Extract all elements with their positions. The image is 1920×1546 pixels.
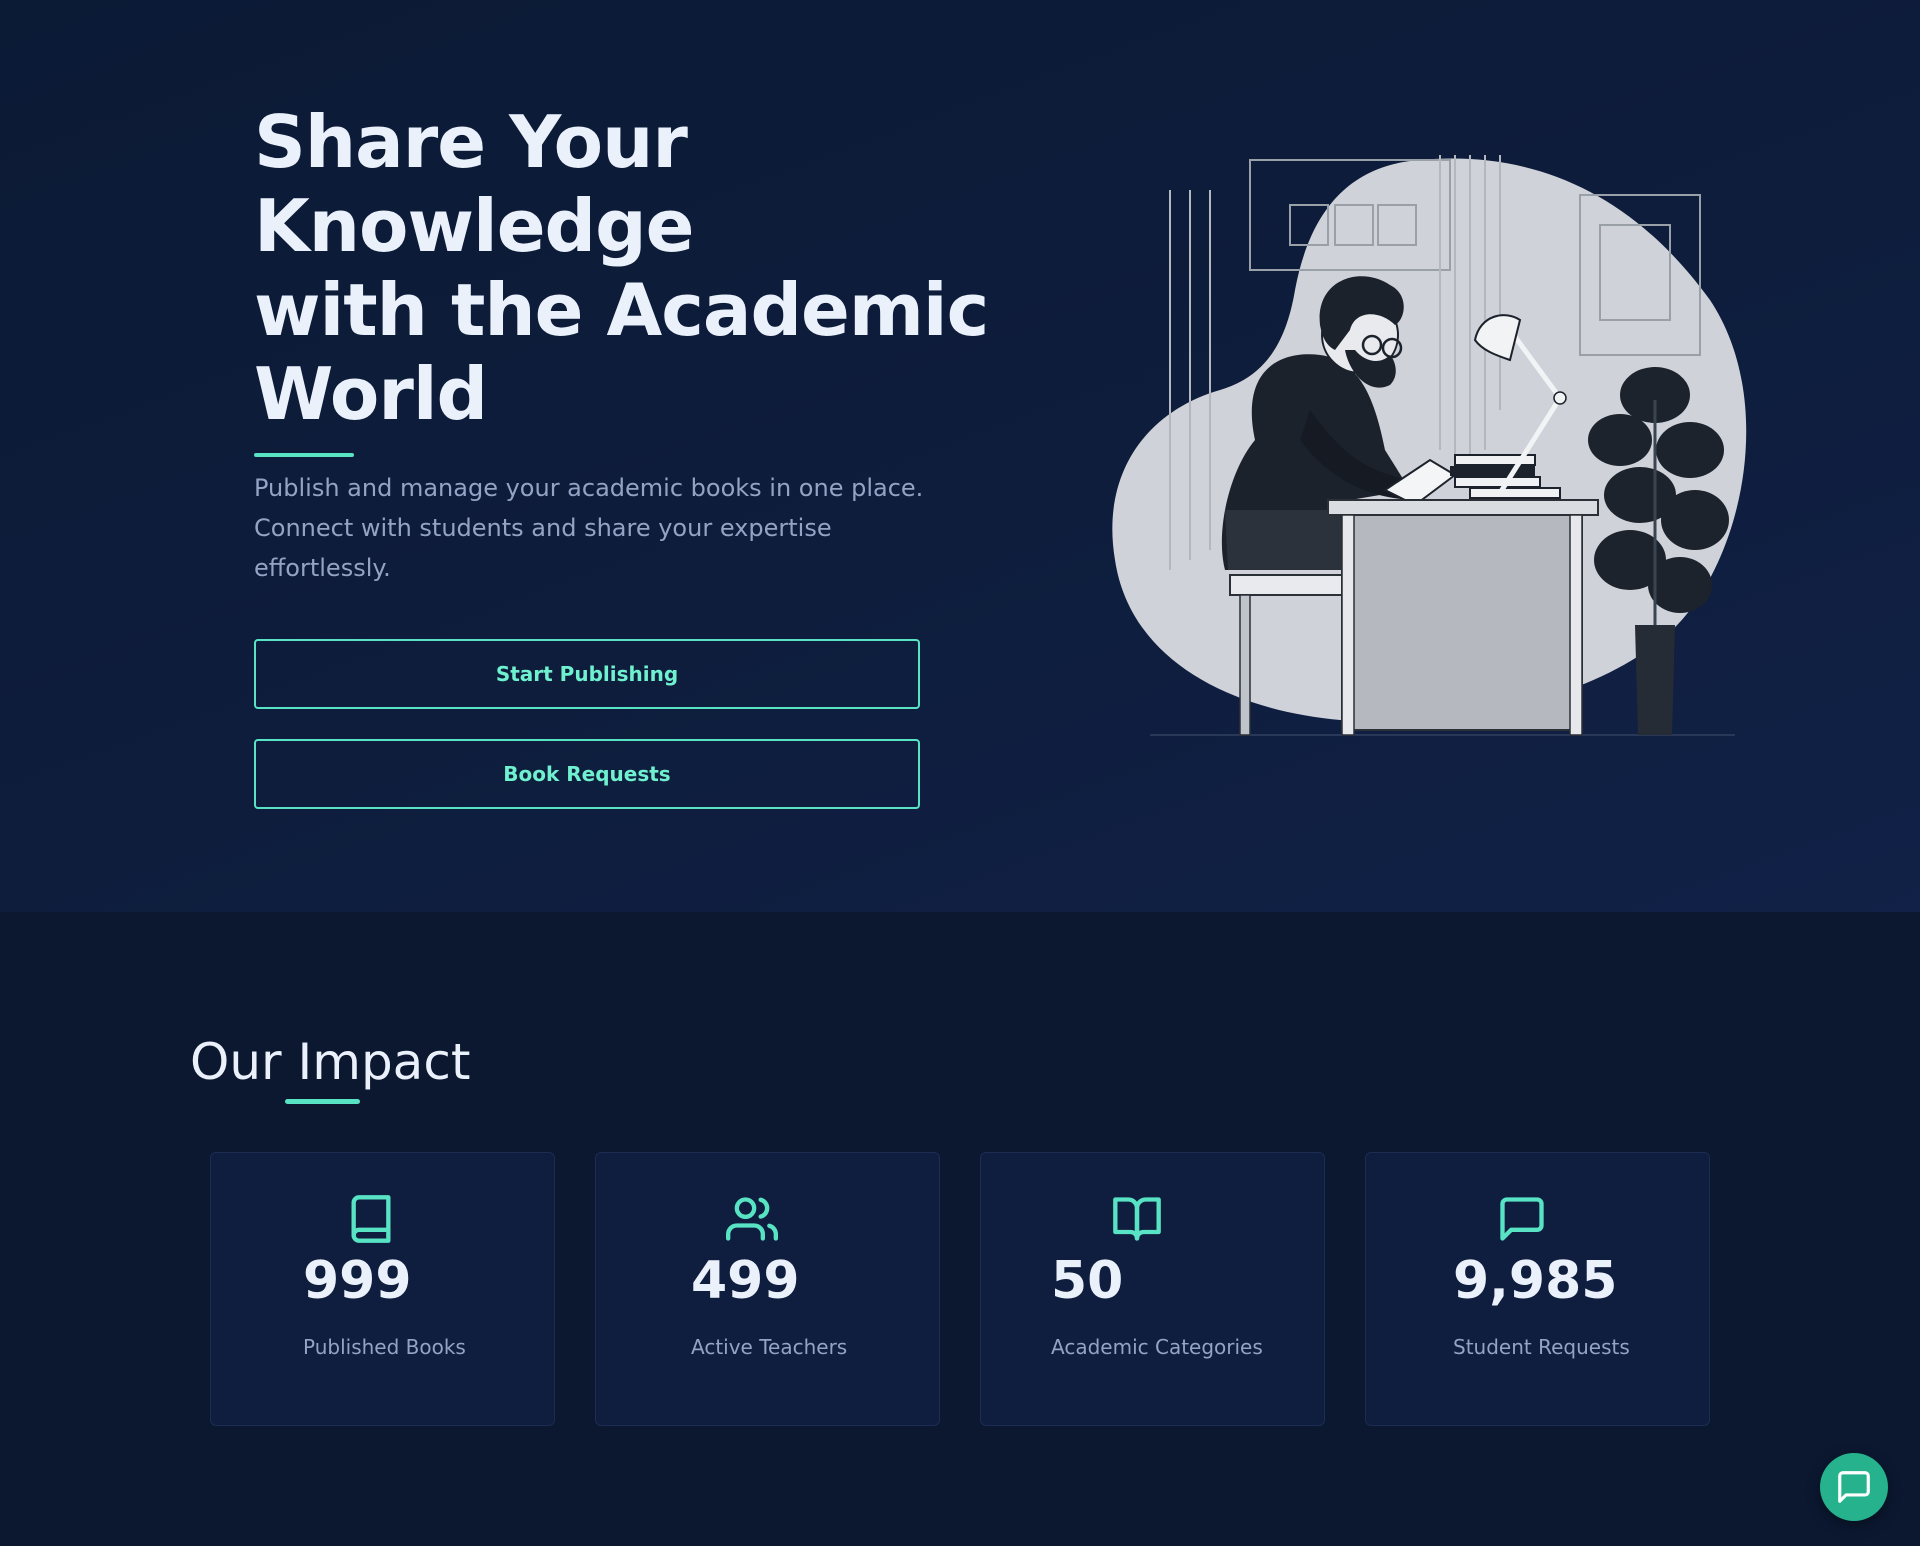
book-icon xyxy=(345,1193,397,1245)
stat-label: Active Teachers xyxy=(691,1335,848,1359)
stat-label: Academic Categories xyxy=(1051,1335,1263,1359)
hero-title-line: World xyxy=(254,352,488,436)
hero-description-line: effortlessly. xyxy=(254,554,391,582)
impact-title: Our Impact xyxy=(190,1033,471,1091)
book-requests-button[interactable]: Book Requests xyxy=(254,739,920,809)
stat-value: 9,985 xyxy=(1453,1251,1618,1311)
hero-section: Share Your Knowledge with the Academic W… xyxy=(0,0,1920,912)
users-icon xyxy=(726,1193,778,1245)
chat-bubble-icon xyxy=(1835,1468,1873,1506)
stat-card-student-requests: 9,985 Student Requests xyxy=(1365,1152,1710,1426)
chat-button[interactable] xyxy=(1820,1453,1888,1521)
hero-description: Publish and manage your academic books i… xyxy=(254,468,934,588)
hero-title-line: with the Academic xyxy=(254,268,989,352)
stat-card-academic-categories: 50 Academic Categories xyxy=(980,1152,1325,1426)
hero-title-line: Knowledge xyxy=(254,184,694,268)
hero-description-line: Connect with students and share your exp… xyxy=(254,514,832,542)
message-square-icon xyxy=(1496,1193,1548,1245)
hero-title-underline xyxy=(254,453,354,457)
stat-card-published-books: 999 Published Books xyxy=(210,1152,555,1426)
stat-value: 999 xyxy=(303,1251,412,1311)
stat-label: Student Requests xyxy=(1453,1335,1630,1359)
impact-title-underline xyxy=(285,1099,360,1104)
start-publishing-button[interactable]: Start Publishing xyxy=(254,639,920,709)
stat-value: 50 xyxy=(1051,1251,1124,1311)
hero-description-line: Publish and manage your academic books i… xyxy=(254,474,924,502)
person-reading-at-desk-illustration xyxy=(1110,150,1760,750)
stat-value: 499 xyxy=(691,1251,800,1311)
open-book-icon xyxy=(1111,1193,1163,1245)
stat-label: Published Books xyxy=(303,1335,466,1359)
stat-card-active-teachers: 499 Active Teachers xyxy=(595,1152,940,1426)
hero-title: Share Your Knowledge with the Academic W… xyxy=(254,100,989,436)
impact-section: Our Impact 999 Published Books 499 Activ… xyxy=(0,912,1920,1546)
hero-title-line: Share Your xyxy=(254,100,688,184)
